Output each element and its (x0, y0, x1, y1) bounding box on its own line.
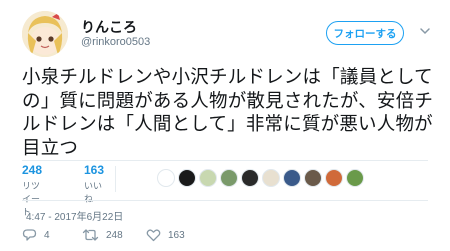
avatar-image (22, 11, 68, 57)
like-stat-count: 163 (84, 163, 105, 177)
reply-count: 4 (44, 229, 50, 241)
reply-icon (22, 229, 37, 241)
like-count: 163 (168, 229, 185, 241)
liker-avatar-9[interactable] (325, 169, 343, 187)
retweet-stat-count: 248 (22, 163, 43, 177)
liker-avatar-1[interactable] (157, 169, 175, 187)
stats-separator (115, 166, 116, 192)
liker-avatar-8[interactable] (304, 169, 322, 187)
liker-avatar-2[interactable] (178, 169, 196, 187)
retweet-count: 248 (106, 229, 123, 241)
liker-avatar-3[interactable] (199, 169, 217, 187)
tweet-timestamp[interactable]: 4:47 - 2017年6月22日 (26, 208, 123, 223)
user-display-name[interactable]: りんころ (81, 17, 137, 37)
tweet-text: 小泉チルドレンや小沢チルドレンは「議員としての」質に問題がある人物が散見されたが… (22, 67, 434, 159)
like-stat-label: いいね (84, 182, 103, 205)
like-stat[interactable]: 163 いいね (84, 163, 104, 205)
reply-button[interactable]: 4 (22, 228, 50, 242)
liker-avatar-10[interactable] (346, 169, 364, 187)
follow-button[interactable]: フォローする (326, 21, 404, 45)
chevron-down-icon[interactable] (418, 24, 432, 38)
divider-bottom (22, 200, 428, 201)
retweet-button[interactable]: 248 (82, 228, 123, 242)
user-handle[interactable]: @rinkoro0503 (81, 36, 150, 48)
liker-avatar-6[interactable] (262, 169, 280, 187)
retweet-icon (82, 229, 99, 241)
heart-icon (146, 229, 161, 242)
divider-top (22, 160, 428, 161)
tweet-card: りんころ @rinkoro0503 フォローする 小泉チルドレンや小沢チルドレン… (0, 0, 450, 251)
like-button[interactable]: 163 (146, 228, 185, 242)
user-avatar[interactable] (22, 11, 68, 57)
liker-avatar-5[interactable] (241, 169, 259, 187)
liker-avatar-7[interactable] (283, 169, 301, 187)
liker-avatar-4[interactable] (220, 169, 238, 187)
